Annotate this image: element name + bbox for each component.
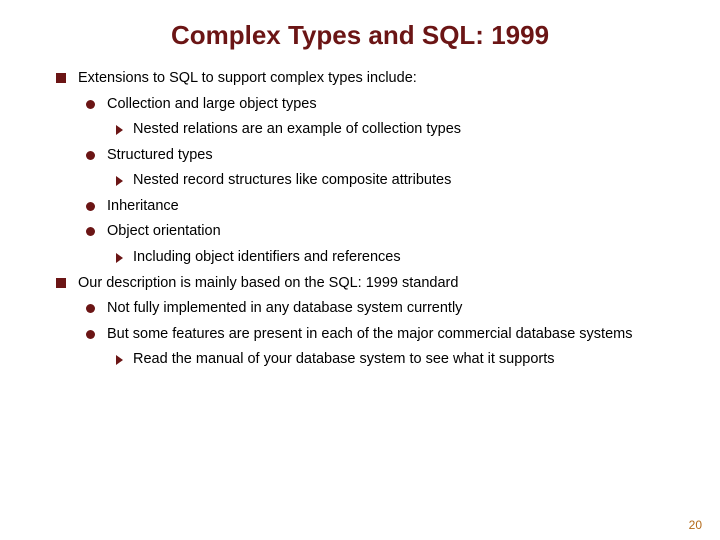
dot-bullet-icon: [86, 202, 95, 211]
bullet-text: Read the manual of your database system …: [133, 350, 690, 370]
dot-bullet-icon: [86, 304, 95, 313]
dot-bullet-icon: [86, 227, 95, 236]
bullet-text: Collection and large object types: [107, 95, 690, 115]
arrow-bullet-icon: [116, 176, 123, 186]
dot-bullet-icon: [86, 330, 95, 339]
bullet-level3: Including object identifiers and referen…: [116, 248, 690, 268]
bullet-text: But some features are present in each of…: [107, 325, 690, 345]
bullet-text: Nested relations are an example of colle…: [133, 120, 690, 140]
bullet-text: Inheritance: [107, 197, 690, 217]
bullet-level3: Nested record structures like composite …: [116, 171, 690, 191]
bullet-text: Nested record structures like composite …: [133, 171, 690, 191]
bullet-text: Including object identifiers and referen…: [133, 248, 690, 268]
bullet-level2: Not fully implemented in any database sy…: [86, 299, 690, 319]
slide-title: Complex Types and SQL: 1999: [0, 20, 720, 51]
bullet-text: Not fully implemented in any database sy…: [107, 299, 690, 319]
bullet-level3: Nested relations are an example of colle…: [116, 120, 690, 140]
bullet-level2: Object orientation: [86, 222, 690, 242]
arrow-bullet-icon: [116, 253, 123, 263]
bullet-level3: Read the manual of your database system …: [116, 350, 690, 370]
dot-bullet-icon: [86, 100, 95, 109]
bullet-text: Extensions to SQL to support complex typ…: [78, 69, 690, 89]
bullet-text: Object orientation: [107, 222, 690, 242]
bullet-level1: Extensions to SQL to support complex typ…: [56, 69, 690, 89]
bullet-level2: Collection and large object types: [86, 95, 690, 115]
bullet-level2: Inheritance: [86, 197, 690, 217]
arrow-bullet-icon: [116, 355, 123, 365]
page-number: 20: [689, 518, 702, 532]
bullet-text: Our description is mainly based on the S…: [78, 274, 690, 294]
bullet-level2: Structured types: [86, 146, 690, 166]
square-bullet-icon: [56, 73, 66, 83]
bullet-level1: Our description is mainly based on the S…: [56, 274, 690, 294]
square-bullet-icon: [56, 278, 66, 288]
arrow-bullet-icon: [116, 125, 123, 135]
bullet-text: Structured types: [107, 146, 690, 166]
dot-bullet-icon: [86, 151, 95, 160]
slide-content: Extensions to SQL to support complex typ…: [0, 69, 720, 370]
bullet-level2: But some features are present in each of…: [86, 325, 690, 345]
